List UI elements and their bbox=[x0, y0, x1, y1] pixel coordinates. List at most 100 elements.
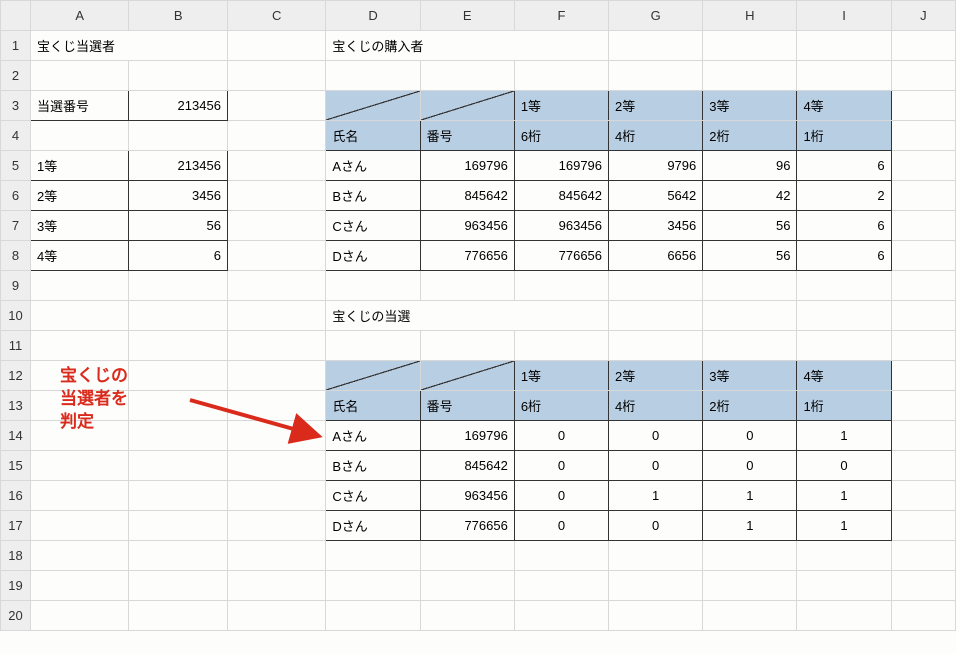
cell[interactable]: 宝くじの購入者 bbox=[326, 31, 609, 61]
row-header[interactable]: 10 bbox=[1, 301, 31, 331]
col-header[interactable]: D bbox=[326, 1, 420, 31]
cell[interactable] bbox=[703, 271, 797, 301]
cell[interactable] bbox=[227, 181, 325, 211]
cell[interactable] bbox=[227, 511, 325, 541]
cell[interactable] bbox=[30, 451, 128, 481]
cell[interactable] bbox=[227, 61, 325, 91]
col-header[interactable]: H bbox=[703, 1, 797, 31]
row-header[interactable]: 6 bbox=[1, 181, 31, 211]
cell[interactable]: 213456 bbox=[129, 151, 227, 181]
cell[interactable] bbox=[326, 331, 420, 361]
cell[interactable]: 169796 bbox=[514, 151, 608, 181]
cell[interactable] bbox=[129, 331, 227, 361]
cell[interactable]: Cさん bbox=[326, 481, 420, 511]
cell[interactable] bbox=[703, 541, 797, 571]
cell[interactable] bbox=[227, 331, 325, 361]
col-header[interactable]: A bbox=[30, 1, 128, 31]
col-header[interactable]: G bbox=[609, 1, 703, 31]
cell[interactable] bbox=[891, 541, 955, 571]
cell[interactable] bbox=[227, 121, 325, 151]
row-header[interactable]: 15 bbox=[1, 451, 31, 481]
cell[interactable]: 当選番号 bbox=[30, 91, 128, 121]
cell[interactable] bbox=[129, 301, 227, 331]
cell[interactable]: 6 bbox=[129, 241, 227, 271]
cell[interactable] bbox=[703, 61, 797, 91]
row-header[interactable]: 19 bbox=[1, 571, 31, 601]
cell[interactable] bbox=[129, 391, 227, 421]
cell[interactable] bbox=[609, 31, 703, 61]
cell[interactable] bbox=[420, 331, 514, 361]
cell[interactable] bbox=[891, 391, 955, 421]
cell[interactable]: Aさん bbox=[326, 421, 420, 451]
cell[interactable]: 2桁 bbox=[703, 391, 797, 421]
cell[interactable]: 0 bbox=[514, 421, 608, 451]
cell[interactable]: 番号 bbox=[420, 121, 514, 151]
cell[interactable]: 776656 bbox=[514, 241, 608, 271]
cell[interactable] bbox=[797, 31, 891, 61]
cell[interactable]: 0 bbox=[514, 481, 608, 511]
cell[interactable]: 6桁 bbox=[514, 391, 608, 421]
cell[interactable] bbox=[514, 61, 608, 91]
row-header[interactable]: 20 bbox=[1, 601, 31, 631]
cell[interactable] bbox=[30, 571, 128, 601]
cell[interactable]: 氏名 bbox=[326, 391, 420, 421]
cell[interactable]: 0 bbox=[703, 451, 797, 481]
cell[interactable] bbox=[420, 541, 514, 571]
cell[interactable] bbox=[891, 601, 955, 631]
cell[interactable] bbox=[891, 151, 955, 181]
cell[interactable]: 1 bbox=[703, 511, 797, 541]
cell[interactable] bbox=[326, 571, 420, 601]
cell[interactable]: 0 bbox=[609, 451, 703, 481]
row-header[interactable]: 1 bbox=[1, 31, 31, 61]
cell[interactable] bbox=[30, 61, 128, 91]
cell[interactable] bbox=[227, 91, 325, 121]
cell-diagonal[interactable] bbox=[326, 361, 420, 391]
cell[interactable] bbox=[891, 511, 955, 541]
row-header[interactable]: 18 bbox=[1, 541, 31, 571]
row-header[interactable]: 12 bbox=[1, 361, 31, 391]
cell[interactable]: 963456 bbox=[420, 481, 514, 511]
cell[interactable] bbox=[891, 241, 955, 271]
cell[interactable]: 6 bbox=[797, 211, 891, 241]
cell[interactable] bbox=[891, 571, 955, 601]
cell[interactable]: 1等 bbox=[514, 91, 608, 121]
cell[interactable] bbox=[129, 61, 227, 91]
cell[interactable]: 6 bbox=[797, 241, 891, 271]
cell-diagonal[interactable] bbox=[420, 361, 514, 391]
cell[interactable] bbox=[609, 61, 703, 91]
cell[interactable] bbox=[703, 301, 797, 331]
cell[interactable] bbox=[129, 451, 227, 481]
cell[interactable]: Dさん bbox=[326, 511, 420, 541]
cell[interactable] bbox=[129, 571, 227, 601]
cell[interactable]: 169796 bbox=[420, 421, 514, 451]
cell[interactable]: 氏名 bbox=[326, 121, 420, 151]
cell[interactable] bbox=[514, 571, 608, 601]
cell[interactable]: 3456 bbox=[129, 181, 227, 211]
cell[interactable]: Cさん bbox=[326, 211, 420, 241]
cell[interactable] bbox=[797, 601, 891, 631]
cell[interactable]: 0 bbox=[703, 421, 797, 451]
cell[interactable]: 169796 bbox=[420, 151, 514, 181]
cell[interactable] bbox=[129, 121, 227, 151]
cell[interactable]: 宝くじの当選 bbox=[326, 301, 609, 331]
cell[interactable] bbox=[609, 271, 703, 301]
cell[interactable] bbox=[30, 541, 128, 571]
cell[interactable]: 2 bbox=[797, 181, 891, 211]
cell[interactable]: 2等 bbox=[609, 361, 703, 391]
cell[interactable]: 1 bbox=[797, 481, 891, 511]
cell[interactable] bbox=[891, 301, 955, 331]
cell[interactable] bbox=[30, 271, 128, 301]
cell[interactable] bbox=[891, 31, 955, 61]
row-header[interactable]: 11 bbox=[1, 331, 31, 361]
cell[interactable] bbox=[797, 61, 891, 91]
cell[interactable] bbox=[891, 271, 955, 301]
cell[interactable]: 0 bbox=[514, 511, 608, 541]
cell[interactable]: 9796 bbox=[609, 151, 703, 181]
cell[interactable] bbox=[129, 421, 227, 451]
col-header[interactable]: B bbox=[129, 1, 227, 31]
cell[interactable]: 6桁 bbox=[514, 121, 608, 151]
cell-diagonal[interactable] bbox=[420, 91, 514, 121]
cell[interactable] bbox=[227, 361, 325, 391]
row-header[interactable]: 7 bbox=[1, 211, 31, 241]
cell[interactable] bbox=[420, 271, 514, 301]
